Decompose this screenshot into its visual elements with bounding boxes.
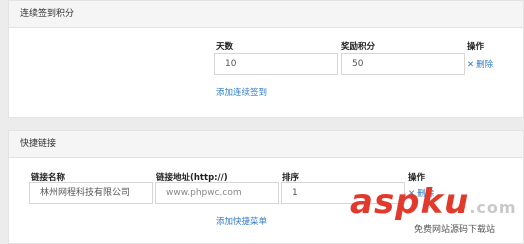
panel-title: 快捷链接: [9, 131, 523, 158]
close-icon: ✕: [467, 60, 475, 70]
consecutive-signin-panel: 连续签到积分 天数 奖励积分 操作 10 50 ✕ 删除 添加连续签到: [8, 0, 524, 118]
watermark-subtitle: 免费网站源码下载站: [414, 222, 496, 235]
points-header: 奖励积分: [341, 42, 376, 52]
days-header: 天数: [216, 42, 234, 52]
link-url-input[interactable]: www.phpwc.com: [155, 182, 279, 204]
link-name-input[interactable]: 林州网程科技有限公司: [29, 182, 153, 204]
days-input[interactable]: 10: [214, 53, 338, 75]
panel-title: 连续签到积分: [9, 1, 523, 28]
site-watermark: aspku.com 免费网站源码下载站: [350, 182, 524, 244]
points-input[interactable]: 50: [341, 53, 465, 75]
watermark-logo: aspku.com: [350, 182, 517, 222]
action-header: 操作: [467, 42, 485, 52]
delete-button[interactable]: ✕ 删除: [467, 58, 493, 70]
add-quick-menu-link[interactable]: 添加快捷菜单: [216, 215, 267, 227]
add-consecutive-link[interactable]: 添加连续签到: [216, 86, 267, 98]
